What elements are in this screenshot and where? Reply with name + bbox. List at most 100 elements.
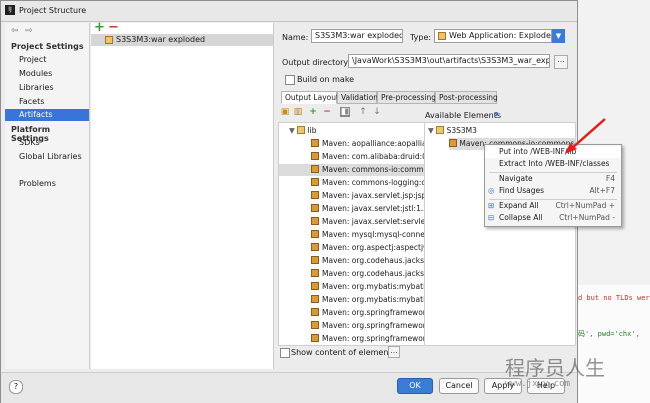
output-directory-input[interactable]: \JavaWork\S3S3M3\out\artifacts\S3S3M3_wa… [348,54,550,68]
show-content-label: Show content of elements [291,348,396,357]
sidebar-item-global-libraries[interactable]: Global Libraries [5,151,89,163]
menu-item-label: Navigate [499,174,533,183]
type-select-value: Web Application: Exploded [449,31,552,40]
tab-pre-processing[interactable]: Pre-processing [377,91,436,104]
dep-label: Maven: org.mybatis:mybatis: [322,295,426,304]
menu-shortcut: Alt+F7 [589,186,615,195]
available-elements-label: Available Elements [425,111,502,120]
show-content-checkbox[interactable] [280,348,290,358]
list-item[interactable]: Maven: mysql:mysql-connect [311,229,425,241]
menu-shortcut: Ctrl+NumPad - [559,213,615,222]
browse-button[interactable]: … [554,55,568,69]
collapse-all-icon: ⊟ [488,213,495,222]
dep-label: Maven: org.aspectj:aspectjwe [322,243,426,252]
menu-item-label: Collapse All [499,213,543,222]
dialog-button-bar: ? OK Cancel Apply Help [1,372,577,403]
library-icon [311,178,319,186]
cancel-button[interactable]: Cancel [439,378,479,394]
dep-label: Maven: org.codehaus.jackso [322,269,426,278]
dep-label: Maven: org.mybatis:mybatis- [322,282,426,291]
extract-icon[interactable]: ◧ [340,107,350,117]
tab-output-layout[interactable]: Output Layout [281,91,339,104]
list-item[interactable]: Maven: org.aspectj:aspectjwe [311,242,426,254]
move-down-icon[interactable]: ↓ [372,107,382,117]
web-app-icon [438,32,446,40]
dep-label: Maven: org.codehaus.jackso [322,256,426,265]
remove-icon[interactable]: − [322,107,332,117]
remove-artifact-icon[interactable]: − [108,20,119,35]
tree-node-module[interactable]: ▼ S3S3M3 [428,125,477,137]
build-on-make-checkbox[interactable] [285,75,295,85]
list-item[interactable]: Maven: org.mybatis:mybatis- [311,281,426,293]
sidebar-item-sdks[interactable]: SDKs [5,137,89,149]
list-item[interactable]: Maven: org.mybatis:mybatis: [311,294,426,306]
new-folder-icon[interactable]: ▣ [280,107,290,117]
output-layout-tree[interactable]: ▼ lib Maven: aopalliance:aopalliance Mav… [278,122,426,346]
list-item[interactable]: Maven: org.codehaus.jackso [311,255,426,267]
chevron-down-icon[interactable]: ▼ [552,29,565,43]
list-item[interactable]: Maven: javax.servlet:servlet-a [311,216,425,228]
library-icon [311,282,319,290]
ok-button[interactable]: OK [397,378,433,394]
annotation-arrow-icon [565,118,606,154]
name-input[interactable]: S3S3M3:war exploded [311,29,403,43]
menu-item-navigate[interactable]: Navigate F4 [485,173,621,185]
forward-arrow-icon[interactable]: ⇨ [25,26,33,36]
menu-item-find-usages[interactable]: ◎ Find Usages Alt+F7 [485,185,621,197]
menu-shortcut: F4 [605,174,615,183]
list-item[interactable]: Maven: javax.servlet.jsp:jsp-a [311,190,425,202]
tab-post-processing[interactable]: Post-processing [435,91,498,104]
help-circle-icon[interactable]: ? [9,380,23,394]
list-item[interactable]: Maven: org.codehaus.jackso [311,268,426,280]
menu-item-expand-all[interactable]: ⊞ Expand All Ctrl+NumPad + [485,200,621,212]
tab-validation[interactable]: Validation [337,91,378,104]
library-icon [311,243,319,251]
list-item[interactable]: Maven: javax.servlet:jstl:1.2 [311,203,426,215]
list-item[interactable]: Maven: commons-logging:co [311,177,425,189]
module-icon [436,126,445,134]
menu-item-extract-into-classes[interactable]: Extract Into /WEB-INF/classes [485,158,621,170]
list-item[interactable]: Maven: org.springframework [311,333,425,345]
list-item-selected[interactable]: Maven: commons-io:commons [279,164,425,176]
title-bar: IJ Project Structure [1,1,577,22]
background-code-editor: d but no TLDs were fo 码', pwd='chx', [578,285,650,403]
list-item[interactable]: Maven: org.springframework [311,307,425,319]
sidebar-item-modules[interactable]: Modules [5,68,89,80]
artifact-item[interactable]: S3S3M3:war exploded [91,34,273,46]
dep-label: Maven: org.springframework [322,321,426,330]
list-item[interactable]: Maven: com.alibaba:druid:0.2 [311,151,426,163]
tree-node-lib-label: lib [307,126,317,135]
library-icon [311,334,319,342]
dep-label: Maven: com.alibaba:druid:0.2 [322,152,426,161]
build-on-make-label: Build on make [297,75,355,84]
type-label: Type: [410,33,432,42]
add-copy-icon[interactable]: + [308,107,318,117]
library-icon [311,152,319,160]
sidebar-item-libraries[interactable]: Libraries [5,82,89,94]
list-item[interactable]: Maven: org.springframework [311,320,426,332]
list-item[interactable]: Maven: aopalliance:aopalliance [311,138,426,150]
intellij-icon: IJ [5,5,15,15]
sidebar-item-problems[interactable]: Problems [5,178,89,190]
move-up-icon[interactable]: ↑ [358,107,368,117]
war-icon [105,36,113,44]
sidebar-item-facets[interactable]: Facets [5,96,89,108]
back-arrow-icon[interactable]: ⇦ [11,26,19,36]
output-directory-label: Output directory: [282,58,351,67]
archive-icon[interactable]: ▥ [293,107,303,117]
menu-item-collapse-all[interactable]: ⊟ Collapse All Ctrl+NumPad - [485,212,621,224]
library-icon [449,139,457,147]
help-icon[interactable]: ? [494,111,499,120]
watermark-text: 程序员人生 [505,356,605,380]
window-title: Project Structure [19,6,87,15]
add-artifact-icon[interactable]: + [94,20,105,35]
sidebar-item-artifacts[interactable]: Artifacts [5,109,89,121]
dep-label: Maven: javax.servlet:jstl:1.2 [322,204,426,213]
watermark-url: www.jxyy.com [505,379,571,389]
dep-label: Maven: aopalliance:aopalliance [322,139,426,148]
tree-node-lib[interactable]: ▼ lib [289,125,317,137]
sidebar-item-project[interactable]: Project [5,54,89,66]
type-select[interactable]: Web Application: Exploded [434,29,552,43]
library-icon [311,308,319,316]
show-content-options-button[interactable]: … [388,346,400,358]
